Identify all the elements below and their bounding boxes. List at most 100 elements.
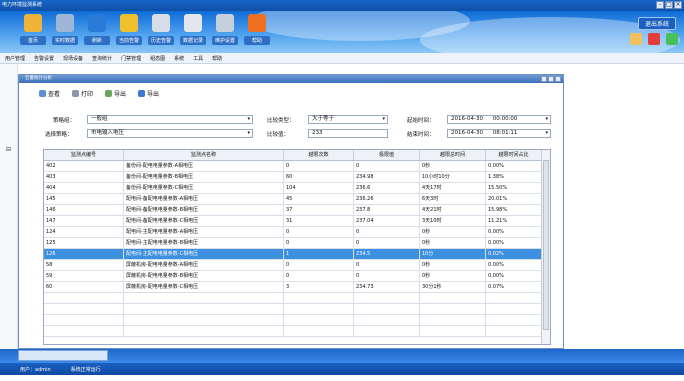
phone-icon[interactable] <box>648 33 660 45</box>
export-button[interactable]: 导出 <box>105 89 126 98</box>
table-row[interactable]: 145 配电间-备配电电量参数-A相电压 45 236.26 6天3时 20.01% <box>44 194 542 205</box>
vertical-scrollbar[interactable] <box>541 150 550 344</box>
cell-exceed-count: 1 <box>284 249 354 260</box>
scrollbar-thumb[interactable] <box>543 160 549 330</box>
cell-point-name: 屏蔽机房-配电电量参数-C相电压 <box>124 282 284 293</box>
cell-point-name: 备份间-配电电量参数-C相电压 <box>124 183 284 194</box>
menu-site-devices[interactable]: 现场设备 <box>63 55 83 62</box>
cell-point-id: 60 <box>44 282 124 293</box>
menu-access-control[interactable]: 门禁管理 <box>121 55 141 62</box>
cell-point-name: 配电间-备配电电量参数-B相电压 <box>124 205 284 216</box>
compare-type-label: 比较类型： <box>267 118 295 124</box>
cell-point-name: 屏蔽机房-配电电量参数-B相电压 <box>124 271 284 282</box>
menu-query-stats[interactable]: 查询统计 <box>92 55 112 62</box>
cell-limit-value: 0 <box>354 260 420 271</box>
col-limit-value[interactable]: 极限值 <box>354 150 420 160</box>
compare-value-input[interactable]: 233 <box>308 129 388 138</box>
menu-alarm-settings[interactable]: 告警设置 <box>34 55 54 62</box>
cell-exceed-count: 60 <box>284 172 354 183</box>
col-point-id[interactable]: 监测点编号 <box>44 150 124 160</box>
status-state: 系统正常运行 <box>70 366 101 373</box>
calendar-icon: ▾ <box>545 130 548 136</box>
export-excel-button[interactable]: 导出 <box>138 89 159 98</box>
table-cell-empty <box>124 293 284 304</box>
print-label: 打印 <box>81 91 94 98</box>
home-icon <box>24 14 42 32</box>
cell-exceed-count: 45 <box>284 194 354 205</box>
table-row[interactable]: 58 屏蔽机房-配电电量参数-A相电压 0 0 0秒 0.00% <box>44 260 542 271</box>
toolbar-refresh[interactable]: 刷新 <box>84 14 110 45</box>
select-strategy-select[interactable]: 市电输入电压 ▾ <box>87 129 253 138</box>
cell-point-id: 147 <box>44 216 124 227</box>
cell-time-ratio: 15.50% <box>486 183 542 194</box>
view-button[interactable]: 查看 <box>39 89 60 98</box>
tray-icons <box>630 33 678 45</box>
cell-total-time: 6天3时 <box>420 194 486 205</box>
menu-config-diagram[interactable]: 组态图 <box>150 55 165 62</box>
toolbar-history-alarm[interactable]: 历史告警 <box>148 14 174 45</box>
start-time-picker[interactable]: 2016-04-30 00:00:00 ▾ <box>447 115 551 124</box>
calendar-icon: ▾ <box>545 116 548 122</box>
print-button[interactable]: 打印 <box>72 89 93 98</box>
compare-type-select[interactable]: 大于等于 ▾ <box>308 115 388 124</box>
menu-user-management[interactable]: 用户管理 <box>5 55 25 62</box>
exit-system-button[interactable]: 退出系统 <box>637 17 676 30</box>
strategy-group-select[interactable]: 一般组 ▾ <box>87 115 253 124</box>
maximize-button[interactable]: □ <box>665 1 673 9</box>
end-time-picker[interactable]: 2016-04-30 08:01:11 ▾ <box>447 129 551 138</box>
cell-total-time: 0秒 <box>420 260 486 271</box>
status-user: 用户：admin <box>20 366 51 373</box>
cell-time-ratio: 0.00% <box>486 227 542 238</box>
col-point-name[interactable]: 监测点名称 <box>124 150 284 160</box>
chevron-down-icon: ▾ <box>382 116 385 122</box>
menu-system[interactable]: 系统 <box>174 55 184 62</box>
child-minimize-button[interactable] <box>541 76 547 82</box>
menu-tools[interactable]: 工具 <box>193 55 203 62</box>
table-row[interactable]: 59 屏蔽机房-配电电量参数-B相电压 0 0 0秒 0.00% <box>44 271 542 282</box>
bulb-icon <box>152 14 170 32</box>
table-row[interactable]: 147 配电间-备配电电量参数-C相电压 31 237.04 3天10时 11.21% <box>44 216 542 227</box>
cell-exceed-count: 0 <box>284 161 354 172</box>
table-row[interactable]: 404 备份间-配电电量参数-C相电压 104 236.6 4天17时 15.50% <box>44 183 542 194</box>
strategy-group-label: 策略组： <box>53 118 76 124</box>
menu-help[interactable]: 帮助 <box>212 55 222 62</box>
toolbar-home[interactable]: 首页 <box>20 14 46 45</box>
cell-point-id: 58 <box>44 260 124 271</box>
toolbar-help[interactable]: 帮助 <box>244 14 270 45</box>
cell-exceed-count: 31 <box>284 216 354 227</box>
table-row[interactable]: 126 配电间-主配电电量参数-C相电压 1 234.5 10分 0.02% <box>44 249 542 260</box>
table-cell-empty <box>486 293 542 304</box>
taskbar-window-tab[interactable] <box>18 350 108 361</box>
minimize-button[interactable]: - <box>656 1 664 9</box>
view-label: 查看 <box>48 91 61 98</box>
alarm-stats-table: 监测点编号 监测点名称 越限次数 极限值 越限总时间 越限时间占比 402 备份间… <box>43 149 551 345</box>
close-button[interactable]: × <box>674 1 682 9</box>
tree-expander-icon[interactable]: ⊟ <box>6 146 11 153</box>
table-row[interactable]: 403 备份间-配电电量参数-B相电压 60 234.98 10小时10分 1.38% <box>44 172 542 183</box>
battery-icon[interactable] <box>666 33 678 45</box>
cell-total-time: 4天21时 <box>420 205 486 216</box>
table-row[interactable]: 146 配电间-备配电电量参数-B相电压 37 237.8 4天21时 15.98% <box>44 205 542 216</box>
cell-limit-value: 0 <box>354 227 420 238</box>
col-total-time[interactable]: 越限总时间 <box>420 150 486 160</box>
cell-point-id: 125 <box>44 238 124 249</box>
cell-point-name: 配电间-主配电电量参数-C相电压 <box>124 249 284 260</box>
table-row[interactable]: 60 屏蔽机房-配电电量参数-C相电压 3 234.73 30分1秒 0.07% <box>44 282 542 293</box>
lock-icon[interactable] <box>630 33 642 45</box>
toolbar-current-alarm[interactable]: 当前告警 <box>116 14 142 45</box>
toolbar-realtime[interactable]: 实时数据 <box>52 14 78 45</box>
select-strategy-label: 选择策略： <box>45 132 73 138</box>
toolbar-label: 首页 <box>20 36 46 45</box>
col-exceed-count[interactable]: 越限次数 <box>284 150 354 160</box>
table-row[interactable]: 125 配电间-主配电电量参数-B相电压 0 0 0秒 0.00% <box>44 238 542 249</box>
start-time-label: 起始时间： <box>407 118 435 124</box>
child-maximize-button[interactable] <box>548 76 554 82</box>
toolbar-records[interactable]: 数据记录 <box>180 14 206 45</box>
cell-time-ratio: 0.00% <box>486 271 542 282</box>
table-row[interactable]: 124 配电间-主配电电量参数-A相电压 0 0 0秒 0.00% <box>44 227 542 238</box>
cell-point-id: 404 <box>44 183 124 194</box>
child-close-button[interactable] <box>555 76 561 82</box>
toolbar-maintenance[interactable]: 维护设置 <box>212 14 238 45</box>
table-row[interactable]: 402 备份间-配电电量参数-A相电压 0 0 0秒 0.00% <box>44 161 542 172</box>
col-time-ratio[interactable]: 越限时间占比 <box>486 150 542 160</box>
